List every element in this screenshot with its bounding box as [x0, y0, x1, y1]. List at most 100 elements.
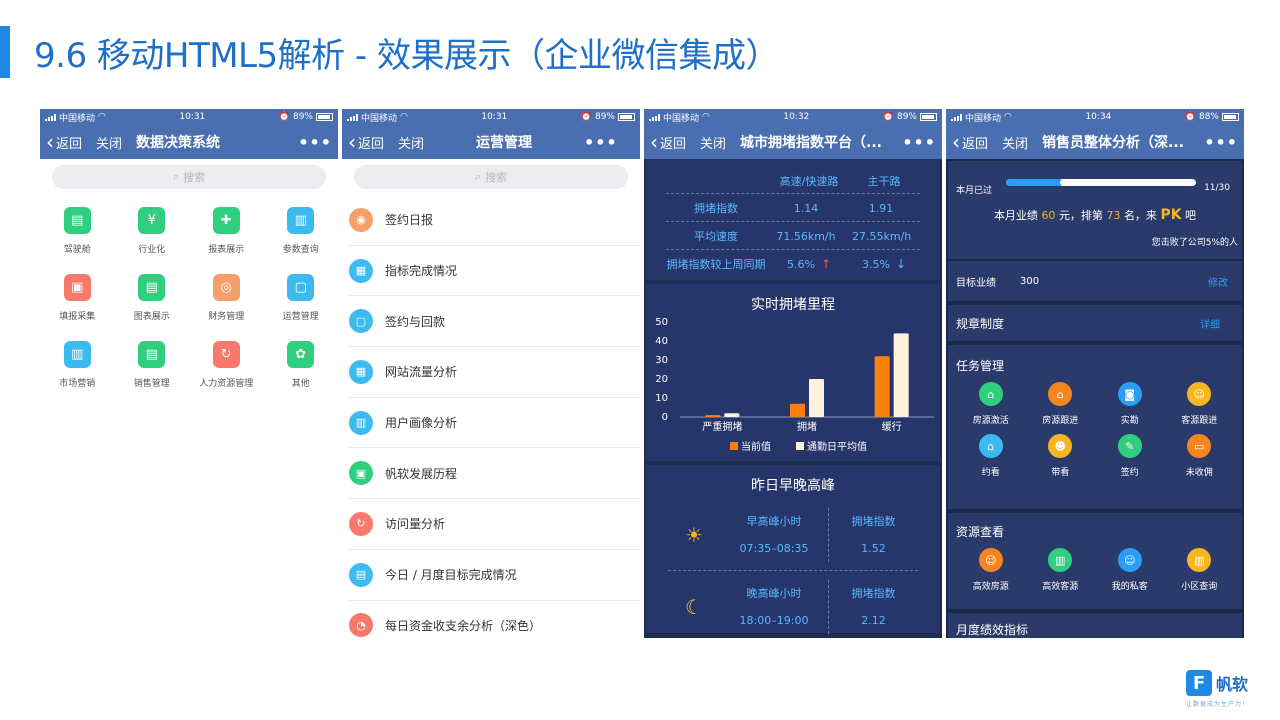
task-tile[interactable]: ☺ 我的私客	[1095, 548, 1165, 592]
list-item[interactable]: ▣ 帆软发展历程	[349, 448, 640, 500]
app-tile[interactable]: ↻ 人力资源管理	[189, 341, 264, 398]
monthly-title: 月度绩效指标	[956, 623, 1029, 637]
more-button[interactable]: •••	[298, 133, 332, 152]
list-item[interactable]: ▤ 今日 / 月度目标完成情况	[349, 550, 640, 601]
y-tick-label: 40	[655, 336, 668, 347]
pk-link[interactable]: PK	[1160, 207, 1181, 223]
industry-icon: ¥	[138, 207, 166, 234]
back-button[interactable]: ‹ 返回	[46, 132, 82, 152]
task-tile[interactable]: ☺ 客源跟进	[1165, 382, 1235, 426]
task-tile[interactable]: ⌂ 房源激活	[956, 382, 1026, 426]
signal-icon	[951, 113, 962, 121]
logo-slogan: 让数据成为生产力！	[1186, 701, 1250, 708]
app-tile[interactable]: ¥ 行业化	[115, 207, 190, 264]
peak-hour-label: 晚高峰小时	[746, 587, 802, 600]
back-button[interactable]: ‹ 返回	[650, 132, 686, 152]
search-input[interactable]: ⌕ 搜索	[354, 165, 628, 189]
close-button[interactable]: 关闭	[96, 133, 122, 152]
bar-current	[790, 403, 805, 417]
list-item[interactable]: ◔ 每日资金收支余分析（深色）	[349, 601, 640, 639]
list-item[interactable]: ↻ 访问量分析	[349, 499, 640, 550]
house-icon: ⌂	[978, 382, 1003, 406]
carrier: 中国移动	[965, 113, 1002, 124]
app-tile[interactable]: ▢ 运营管理	[264, 274, 339, 331]
list-item-label: 签约日报	[385, 213, 434, 228]
task-tile[interactable]: ▥ 小区查询	[1165, 548, 1235, 592]
kpi-card: 高速/快速路 主干路 拥堵指数 1.14 1.91 平均速度 71.56km/h 27.5…	[646, 159, 940, 280]
list-item[interactable]: ◉ 签约日报	[349, 195, 640, 246]
congestion-bar-chart: 0 10 20 30 40 50 严重拥堵 拥堵 缓行当前值 通勤日平均值	[655, 317, 934, 453]
task-tile[interactable]: ✎ 签约	[1095, 434, 1165, 478]
peak-index-col: 拥堵指数 1.52	[828, 507, 918, 562]
slide-title: 9.6 移动HTML5解析 - 效果展示（企业微信集成）	[34, 36, 780, 76]
task-tile[interactable]: ▥ 高效客源	[1026, 548, 1096, 592]
bar-current	[705, 415, 721, 417]
legend-label: 通勤日平均值	[807, 440, 867, 453]
more-button[interactable]: •••	[584, 133, 618, 152]
app-tile[interactable]: ▤ 驾驶舱	[40, 207, 115, 264]
wifi-icon: ◠	[98, 112, 106, 122]
task-tile[interactable]: ▭ 未收佣	[1165, 434, 1235, 478]
hr-icon: ↻	[212, 341, 240, 368]
task-tile[interactable]: ◙ 实勘	[1095, 382, 1165, 426]
app-tile[interactable]: ✚ 报表展示	[189, 207, 264, 264]
battery-percent: 88%	[1198, 112, 1219, 122]
face-icon: ☻	[1048, 434, 1073, 458]
app-tile[interactable]: ▥ 参数查询	[264, 207, 339, 264]
task-tile[interactable]: ⌂ 房源跟进	[1026, 382, 1096, 426]
back-button[interactable]: ‹ 返回	[348, 132, 384, 152]
list-item[interactable]: ▥ 用户画像分析	[349, 398, 640, 449]
kpi-rows: 拥堵指数 1.14 1.91 平均速度 71.56km/h 27.55km/h 拥堵指数较上…	[646, 194, 940, 278]
status-bar: 中国移动 ◠ 10:31 ⏰ 89%	[342, 109, 640, 125]
app-tile[interactable]: ▥ 市场营销	[40, 341, 115, 398]
wallet-icon: ▭	[1187, 434, 1212, 458]
kpi-row: 平均速度 71.56km/h 27.55km/h	[666, 222, 920, 250]
bag-icon: ▢	[349, 309, 373, 334]
close-button[interactable]: 关闭	[398, 133, 424, 152]
chevron-left-icon: ‹	[46, 130, 54, 154]
wifi-icon: ◠	[702, 112, 710, 122]
app-tile[interactable]: ▣ 填报采集	[40, 274, 115, 331]
search-input[interactable]: ⌕ 搜索	[52, 165, 326, 189]
app-tile[interactable]: ◎ 财务管理	[189, 274, 264, 331]
task-tile[interactable]: ☺ 高效房源	[956, 548, 1026, 592]
close-button[interactable]: 关闭	[1002, 133, 1028, 152]
more-button[interactable]: •••	[902, 133, 936, 152]
rules-row[interactable]: 规章制度 详细	[948, 305, 1242, 341]
peak-title: 昨日早晚高峰	[751, 478, 835, 494]
peak-hour-col: 早高峰小时 07:35–08:35	[720, 508, 828, 562]
list-item-label: 今日 / 月度目标完成情况	[385, 568, 517, 583]
x-tick-label: 拥堵	[797, 420, 817, 433]
bar-icon: ▥	[349, 410, 373, 435]
alarm-icon: ⏰	[278, 112, 290, 122]
person-icon: ☺	[978, 548, 1003, 572]
app-label: 行业化	[138, 245, 166, 255]
task-tile[interactable]: ☻ 带看	[1026, 434, 1096, 478]
resource-grid: ☺ 高效房源 ▥ 高效客源 ☺ 我的私客 ▥ 小区查询	[956, 540, 1234, 598]
app-tile[interactable]: ▤ 销售管理	[115, 341, 190, 398]
close-button[interactable]: 关闭	[700, 133, 726, 152]
kpi-value-highway: 1.14	[793, 201, 819, 215]
rules-detail-link[interactable]: 详细	[1200, 316, 1220, 331]
battery-percent: 89%	[896, 112, 917, 122]
app-tile[interactable]: ▤ 图表展示	[115, 274, 190, 331]
chart-title: 实时拥堵里程	[751, 297, 835, 313]
page-title: 数据决策系统	[136, 135, 221, 151]
bar-average	[893, 333, 909, 417]
y-tick-label: 10	[655, 393, 668, 404]
more-button[interactable]: •••	[1204, 133, 1238, 152]
back-button[interactable]: ‹ 返回	[952, 132, 988, 152]
chevron-left-icon: ‹	[952, 130, 960, 154]
list-item[interactable]: ▢ 签约与回款	[349, 296, 640, 348]
list-item[interactable]: ▦ 指标完成情况	[349, 246, 640, 297]
time: 10:31	[481, 112, 508, 122]
list-item[interactable]: ▦ 网站流量分析	[349, 347, 640, 398]
bar-average	[724, 413, 740, 417]
list-item-label: 访问量分析	[385, 517, 446, 532]
task-tile[interactable]: ⌂ 约看	[956, 434, 1026, 478]
modify-link[interactable]: 修改	[1208, 274, 1228, 289]
app-tile[interactable]: ✿ 其他	[264, 341, 339, 398]
history-icon: ▣	[349, 461, 373, 486]
app-label: 人力资源管理	[199, 379, 254, 389]
page-title: 城市拥堵指数平台（...	[740, 135, 882, 151]
